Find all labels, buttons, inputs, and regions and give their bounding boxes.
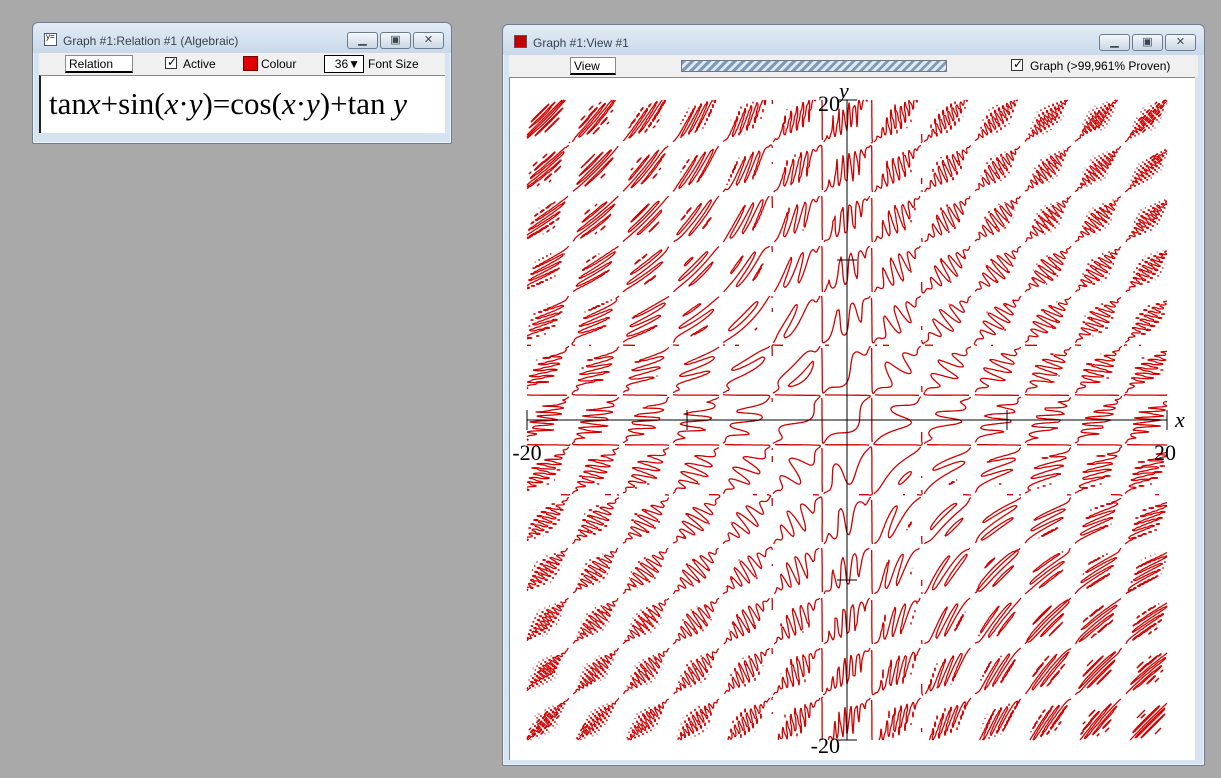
- proof-progress-bar: [681, 60, 947, 72]
- minimize-icon: ▁: [1110, 36, 1119, 48]
- y-min-tick-label: -20: [811, 733, 840, 758]
- eq-op: ·: [295, 86, 307, 121]
- font-size-label: Font Size: [368, 57, 419, 71]
- x-max-tick-label: 20: [1154, 440, 1176, 465]
- equation-display[interactable]: tanx+sin(x·y)=cos(x·y)+tan y: [39, 75, 445, 133]
- eq-var: x: [281, 86, 296, 121]
- maximize-button[interactable]: ▣: [1132, 34, 1163, 51]
- active-label: Active: [183, 57, 216, 71]
- check-icon: ✓: [1013, 57, 1024, 71]
- axes-layer: [526, 99, 1168, 741]
- graph-plot-area[interactable]: x y -20 20 20 -20: [509, 77, 1195, 760]
- view-window: Graph #1:View #1 ▁ ▣ ✕ View #1 ✓ Graph (…: [502, 24, 1205, 766]
- relation-icon: y=: [44, 32, 57, 46]
- close-icon: ✕: [1175, 36, 1186, 48]
- eq-op: )+tan: [319, 86, 394, 121]
- maximize-icon: ▣: [390, 34, 401, 46]
- view-icon: [514, 35, 527, 48]
- colour-label: Colour: [261, 57, 297, 71]
- close-button[interactable]: ✕: [1165, 34, 1196, 51]
- relation-window: y= Graph #1:Relation #1 (Algebraic) ▁ ▣ …: [32, 22, 452, 144]
- eq-var: x: [164, 86, 179, 121]
- close-icon: ✕: [423, 34, 434, 46]
- eq-var: y: [188, 86, 203, 121]
- view-caption-buttons: ▁ ▣ ✕: [1097, 34, 1196, 51]
- eq-func: tan: [49, 86, 87, 121]
- view-toolbar: View #1 ✓ Graph (>99,961% Proven): [509, 55, 1198, 89]
- close-button[interactable]: ✕: [413, 32, 444, 49]
- relation-window-titlebar[interactable]: y= Graph #1:Relation #1 (Algebraic) ▁ ▣ …: [33, 23, 451, 53]
- active-checkbox[interactable]: ✓: [165, 55, 178, 69]
- maximize-icon: ▣: [1142, 36, 1153, 48]
- minimize-button[interactable]: ▁: [347, 32, 378, 49]
- font-size-dropdown[interactable]: 36▼: [324, 55, 364, 73]
- x-min-tick-label: -20: [512, 440, 541, 465]
- minimize-icon: ▁: [358, 34, 367, 46]
- x-axis-label: x: [1174, 407, 1185, 432]
- relation-caption-buttons: ▁ ▣ ✕: [345, 32, 444, 49]
- graph-proven-label: Graph (>99,961% Proven): [1030, 59, 1171, 73]
- minimize-button[interactable]: ▁: [1099, 34, 1130, 51]
- relation-toolbar: Relation #1 ✓ Active Colour 36▼ Font Siz…: [39, 53, 445, 87]
- eq-op: ·: [178, 86, 189, 121]
- graph-checkbox[interactable]: ✓: [1011, 57, 1024, 71]
- maximize-button[interactable]: ▣: [380, 32, 411, 49]
- eq-var: y: [393, 86, 407, 121]
- view-window-titlebar[interactable]: Graph #1:View #1 ▁ ▣ ✕: [503, 25, 1204, 55]
- view-window-title: Graph #1:View #1: [533, 36, 629, 50]
- relation-window-title: Graph #1:Relation #1 (Algebraic): [63, 34, 239, 48]
- view-tab[interactable]: View #1: [570, 57, 616, 89]
- eq-var: x: [86, 86, 101, 121]
- eq-op: +sin(: [100, 86, 165, 121]
- relation-plot[interactable]: x y -20 20 20 -20: [510, 78, 1195, 760]
- check-icon: ✓: [167, 55, 178, 69]
- relation-tab[interactable]: Relation #1: [65, 55, 133, 87]
- eq-var: y: [306, 86, 320, 121]
- eq-op: )=cos(: [202, 86, 282, 121]
- colour-swatch-button[interactable]: [243, 56, 258, 71]
- y-max-tick-label: 20: [818, 91, 840, 116]
